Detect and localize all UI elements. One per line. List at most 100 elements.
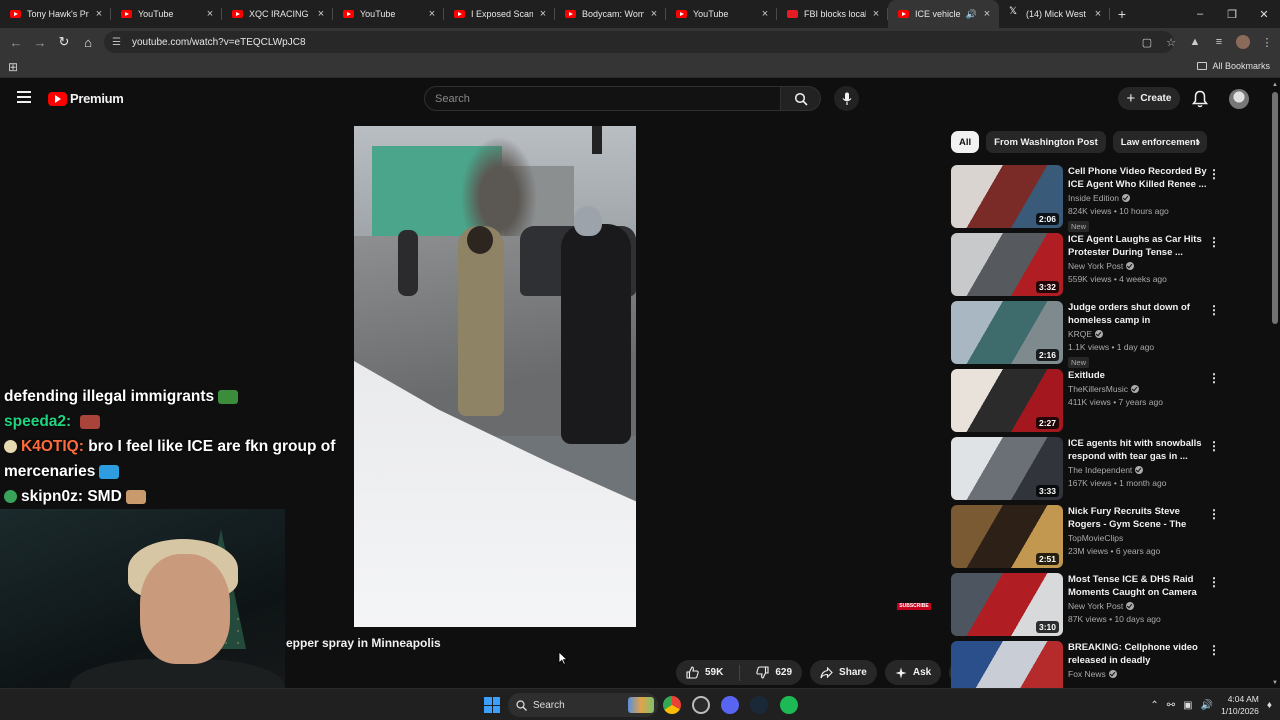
spotify-icon[interactable] xyxy=(780,696,798,714)
home-icon[interactable]: ⌂ xyxy=(76,35,100,50)
video-title-link[interactable]: Judge orders shut down of homeless camp … xyxy=(1068,301,1208,327)
video-title-link[interactable]: Exitlude xyxy=(1068,369,1208,382)
channel-name[interactable]: TopMovieClips xyxy=(1068,533,1208,543)
close-icon[interactable]: × xyxy=(537,8,549,20)
forward-icon[interactable]: → xyxy=(28,35,52,50)
microphone-icon[interactable]: ⚯ xyxy=(1167,700,1175,711)
recommended-video[interactable]: 2:06 Cell Phone Video Recorded By ICE Age… xyxy=(951,165,1221,233)
restore-icon[interactable]: ❐ xyxy=(1216,8,1248,21)
browser-tab[interactable]: XQC IRACING - Yo × xyxy=(222,0,333,28)
video-title-link[interactable]: Cell Phone Video Recorded By ICE Agent W… xyxy=(1068,165,1208,191)
browser-tab[interactable]: ICE vehicle hi🔊 × xyxy=(888,0,999,28)
filter-chip[interactable]: All xyxy=(951,131,980,153)
address-bar[interactable]: ☰ youtube.com/watch?v=eTEQCLWpJC8 xyxy=(104,31,1174,53)
browser-tab[interactable]: YouTube × xyxy=(666,0,777,28)
voice-search-button[interactable] xyxy=(834,86,859,111)
channel-name[interactable]: New York Post xyxy=(1068,601,1208,611)
video-title-link[interactable]: BREAKING: Cellphone video released in de… xyxy=(1068,641,1208,667)
channel-name[interactable]: New York Post xyxy=(1068,261,1208,271)
channel-name[interactable]: Fox News xyxy=(1068,669,1208,679)
browser-tab[interactable]: Tony Hawk's Pro S × xyxy=(0,0,111,28)
chrome-icon[interactable] xyxy=(663,696,681,714)
recommended-video[interactable]: 3:32 ICE Agent Laughs as Car Hits Protest… xyxy=(951,233,1221,301)
channel-name[interactable]: Inside Edition xyxy=(1068,193,1208,203)
close-icon[interactable]: × xyxy=(426,8,438,20)
clock[interactable]: 4:04 AM 1/10/2026 xyxy=(1221,693,1259,717)
steam-icon[interactable] xyxy=(750,696,768,714)
reload-icon[interactable]: ↻ xyxy=(52,34,76,50)
youtube-logo[interactable]: Premium xyxy=(48,91,124,106)
back-icon[interactable]: ← xyxy=(4,35,28,50)
bookmark-star-icon[interactable]: ☆ xyxy=(1164,36,1178,49)
extensions-icon[interactable]: ▲ xyxy=(1188,36,1202,48)
chevron-up-icon[interactable]: ⌃ xyxy=(1150,700,1158,711)
video-title-link[interactable]: ICE Agent Laughs as Car Hits Protester D… xyxy=(1068,233,1208,259)
more-vert-icon[interactable]: ⋮ xyxy=(1208,575,1220,589)
more-vert-icon[interactable]: ⋮ xyxy=(1208,439,1220,453)
more-vert-icon[interactable]: ⋮ xyxy=(1208,235,1220,249)
recommended-video[interactable]: 3:33 ICE agents hit with snowballs respon… xyxy=(951,437,1221,505)
video-thumbnail[interactable]: 2:51 xyxy=(951,505,1063,568)
video-thumbnail[interactable]: 2:27 xyxy=(951,369,1063,432)
close-icon[interactable]: × xyxy=(648,8,660,20)
like-button[interactable]: 59K xyxy=(676,660,733,685)
cast-icon[interactable]: ▢ xyxy=(1140,36,1154,49)
chevron-right-icon[interactable]: › xyxy=(1196,134,1200,149)
browser-menu-icon[interactable]: ⋮ xyxy=(1260,36,1274,49)
scroll-down-icon[interactable]: ▼ xyxy=(1272,680,1278,686)
page-scrollbar[interactable]: ▲ ▼ xyxy=(1270,80,1280,688)
settings-gear-icon[interactable] xyxy=(692,696,710,714)
all-bookmarks-button[interactable]: All Bookmarks xyxy=(1197,61,1270,71)
windows-start-icon[interactable] xyxy=(484,697,500,713)
profile-avatar[interactable] xyxy=(1236,35,1250,49)
scrollbar-thumb[interactable] xyxy=(1272,92,1278,324)
minimize-icon[interactable]: – xyxy=(1184,8,1216,20)
recommended-video[interactable]: 3:10 Most Tense ICE & DHS Raid Moments Ca… xyxy=(951,573,1221,641)
subscribe-watermark[interactable]: SUBSCRIBE xyxy=(897,603,931,610)
close-icon[interactable]: × xyxy=(93,8,105,20)
video-thumbnail[interactable]: 2:16 xyxy=(951,301,1063,364)
apps-grid-icon[interactable]: ⊞ xyxy=(8,60,18,74)
browser-tab[interactable]: (14) Mick West or × xyxy=(999,0,1110,28)
video-title-link[interactable]: Nick Fury Recruits Steve Rogers - Gym Sc… xyxy=(1068,505,1208,531)
video-thumbnail[interactable]: 3:33 xyxy=(951,437,1063,500)
taskbar-search[interactable]: Search xyxy=(508,693,658,717)
dislike-button[interactable]: 629 xyxy=(746,660,802,685)
channel-name[interactable]: KRQE xyxy=(1068,329,1208,339)
video-title-link[interactable]: Most Tense ICE & DHS Raid Moments Caught… xyxy=(1068,573,1208,599)
filter-chip[interactable]: Law enforcement xyxy=(1112,131,1207,153)
notification-icon[interactable]: ♦ xyxy=(1267,700,1272,711)
new-tab-icon[interactable]: + xyxy=(1110,6,1134,22)
more-vert-icon[interactable]: ⋮ xyxy=(1208,303,1220,317)
close-icon[interactable]: × xyxy=(1092,8,1104,20)
search-button[interactable] xyxy=(781,86,821,111)
more-vert-icon[interactable]: ⋮ xyxy=(1208,643,1220,657)
close-icon[interactable]: × xyxy=(204,8,216,20)
volume-icon[interactable]: 🔊 xyxy=(1201,700,1213,711)
search-input[interactable] xyxy=(424,86,781,111)
more-vert-icon[interactable]: ⋮ xyxy=(1208,371,1220,385)
create-button[interactable]: + Create xyxy=(1118,87,1180,110)
recommended-video[interactable]: 2:27 Exitlude TheKillersMusic 411K views • … xyxy=(951,369,1221,437)
share-button[interactable]: Share xyxy=(810,660,877,685)
browser-tab[interactable]: I Exposed Scamm × xyxy=(444,0,555,28)
browser-tab[interactable]: YouTube × xyxy=(111,0,222,28)
notifications-bell-icon[interactable] xyxy=(1192,90,1208,108)
video-thumbnail[interactable]: 2:06 xyxy=(951,165,1063,228)
ask-button[interactable]: Ask xyxy=(884,660,942,685)
close-icon[interactable]: × xyxy=(870,8,882,20)
close-window-icon[interactable]: ✕ xyxy=(1248,8,1280,21)
discord-icon[interactable] xyxy=(721,696,739,714)
site-info-icon[interactable]: ☰ xyxy=(112,37,126,48)
scroll-up-icon[interactable]: ▲ xyxy=(1272,82,1278,88)
video-thumbnail[interactable]: 3:32 xyxy=(951,233,1063,296)
browser-tab[interactable]: FBI blocks local p × xyxy=(777,0,888,28)
close-icon[interactable]: × xyxy=(759,8,771,20)
video-player[interactable] xyxy=(354,126,636,627)
more-vert-icon[interactable]: ⋮ xyxy=(1208,167,1220,181)
close-icon[interactable]: × xyxy=(315,8,327,20)
network-icon[interactable]: ▣ xyxy=(1183,700,1192,711)
speaker-icon[interactable]: 🔊 xyxy=(966,9,977,20)
more-vert-icon[interactable]: ⋮ xyxy=(1208,507,1220,521)
filter-chip[interactable]: From Washington Post xyxy=(986,131,1106,153)
